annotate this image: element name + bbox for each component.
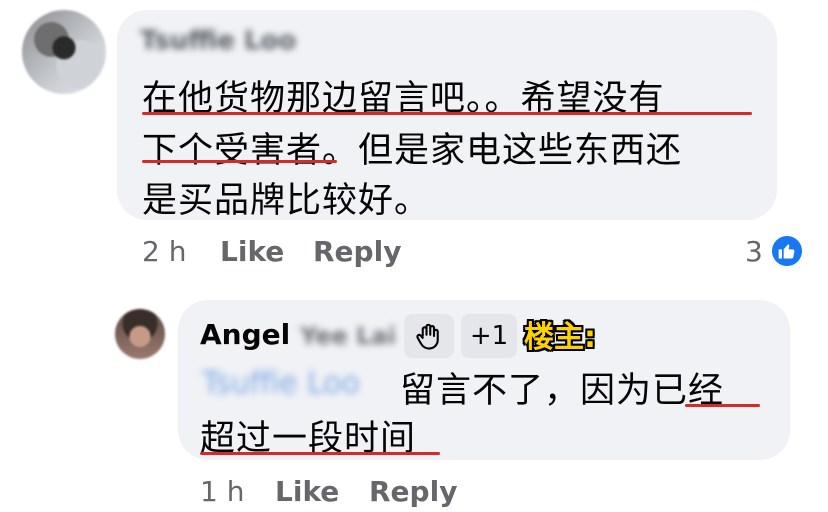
reply-text-line-1: 留言不了，因为已经: [400, 371, 725, 411]
host-tag-annotation: 楼主:: [524, 320, 596, 355]
thumbs-up-icon[interactable]: [770, 234, 804, 268]
wave-hand-icon: [404, 314, 454, 358]
reply-author-surname[interactable]: Yee Lai: [300, 322, 396, 350]
commenter-avatar[interactable]: [22, 10, 106, 94]
comment-timestamp[interactable]: 2 h: [142, 235, 186, 268]
highlight-underline: [142, 160, 337, 163]
reply-timestamp[interactable]: 1 h: [200, 475, 244, 508]
plus-badge: +1: [461, 314, 517, 358]
comment-author-name[interactable]: Tsuffie Loo: [140, 26, 296, 56]
reply-button[interactable]: Reply: [313, 235, 401, 268]
highlight-underline: [685, 404, 760, 407]
reply-author-name[interactable]: Angel: [200, 318, 290, 351]
replier-avatar[interactable]: [115, 309, 165, 359]
like-button[interactable]: Like: [220, 235, 284, 268]
reply-reply-button[interactable]: Reply: [369, 475, 457, 508]
reply-like-button[interactable]: Like: [275, 475, 339, 508]
highlight-underline: [200, 452, 440, 455]
reaction-count[interactable]: 3: [745, 235, 763, 268]
mention-tag[interactable]: Tsuffie Loo: [202, 366, 360, 401]
highlight-underline: [142, 112, 752, 115]
comment-text-line-2: 下个受害者。但是家电这些东西还: [142, 131, 683, 171]
comment-text-line-3: 是买品牌比较好。: [142, 181, 431, 221]
